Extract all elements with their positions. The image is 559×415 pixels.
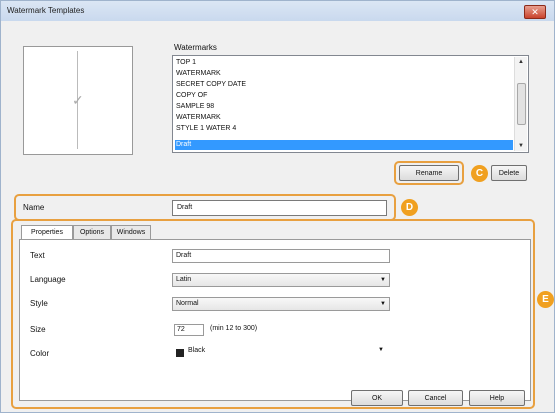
size-stepper[interactable]: 72	[174, 324, 204, 336]
scroll-thumb[interactable]	[517, 83, 526, 125]
tab-properties[interactable]: Properties	[21, 225, 73, 240]
list-item[interactable]: TOP 1	[175, 58, 513, 68]
list-item-selected[interactable]: Draft	[175, 140, 513, 150]
dialog-title: Watermark Templates	[7, 6, 85, 15]
style-select[interactable]: Normal ▼	[172, 297, 390, 311]
help-button[interactable]: Help	[469, 390, 525, 406]
check-icon: ✓	[72, 92, 84, 108]
list-item[interactable]: SAMPLE 98	[175, 102, 513, 112]
callout-d: D	[401, 199, 418, 216]
text-label: Text	[30, 251, 45, 260]
properties-panel: Text Draft Language Latin ▼ Style Normal…	[19, 239, 531, 401]
list-item[interactable]: WATERMARK	[175, 113, 513, 123]
chevron-down-icon[interactable]: ▼	[378, 347, 384, 353]
list-scrollbar[interactable]: ▲ ▼	[514, 57, 527, 151]
tab-options[interactable]: Options	[73, 225, 111, 239]
watermark-preview: ✓	[23, 46, 133, 155]
text-input[interactable]: Draft	[172, 249, 390, 263]
cancel-button[interactable]: Cancel	[408, 390, 463, 406]
ok-button[interactable]: OK	[351, 390, 403, 406]
scroll-up-icon[interactable]: ▲	[518, 59, 524, 65]
callout-e: E	[537, 291, 554, 308]
watermark-list[interactable]: TOP 1 WATERMARK SECRET COPY DATE COPY OF…	[172, 55, 529, 153]
language-label: Language	[30, 275, 66, 284]
callout-c: C	[471, 165, 488, 182]
list-item[interactable]: COPY OF	[175, 91, 513, 101]
title-bar: Watermark Templates ✕	[1, 1, 554, 21]
chevron-down-icon: ▼	[380, 277, 386, 283]
scroll-down-icon[interactable]: ▼	[518, 143, 524, 149]
name-label: Name	[23, 203, 45, 212]
name-input[interactable]: Draft	[172, 200, 387, 216]
size-range-hint: (min 12 to 300)	[210, 325, 258, 332]
color-value[interactable]: Black	[188, 347, 205, 354]
list-item[interactable]: SECRET COPY DATE	[175, 80, 513, 90]
watermark-list-label: Watermarks	[174, 43, 217, 52]
delete-button[interactable]: Delete	[491, 165, 527, 181]
color-label: Color	[30, 349, 50, 358]
language-value: Latin	[176, 276, 192, 283]
color-swatch[interactable]	[176, 349, 184, 357]
close-button[interactable]: ✕	[524, 5, 546, 19]
chevron-down-icon: ▼	[380, 301, 386, 307]
tab-windows[interactable]: Windows	[111, 225, 151, 239]
watermark-dialog: Watermark Templates ✕ ✓ Watermarks TOP 1…	[0, 0, 555, 413]
style-value: Normal	[176, 300, 199, 307]
list-item[interactable]: STYLE 1 WATER 4	[175, 124, 513, 134]
style-label: Style	[30, 299, 48, 308]
size-label: Size	[30, 325, 46, 334]
list-item[interactable]: WATERMARK	[175, 69, 513, 79]
language-select[interactable]: Latin ▼	[172, 273, 390, 287]
rename-button[interactable]: Rename	[399, 165, 459, 181]
